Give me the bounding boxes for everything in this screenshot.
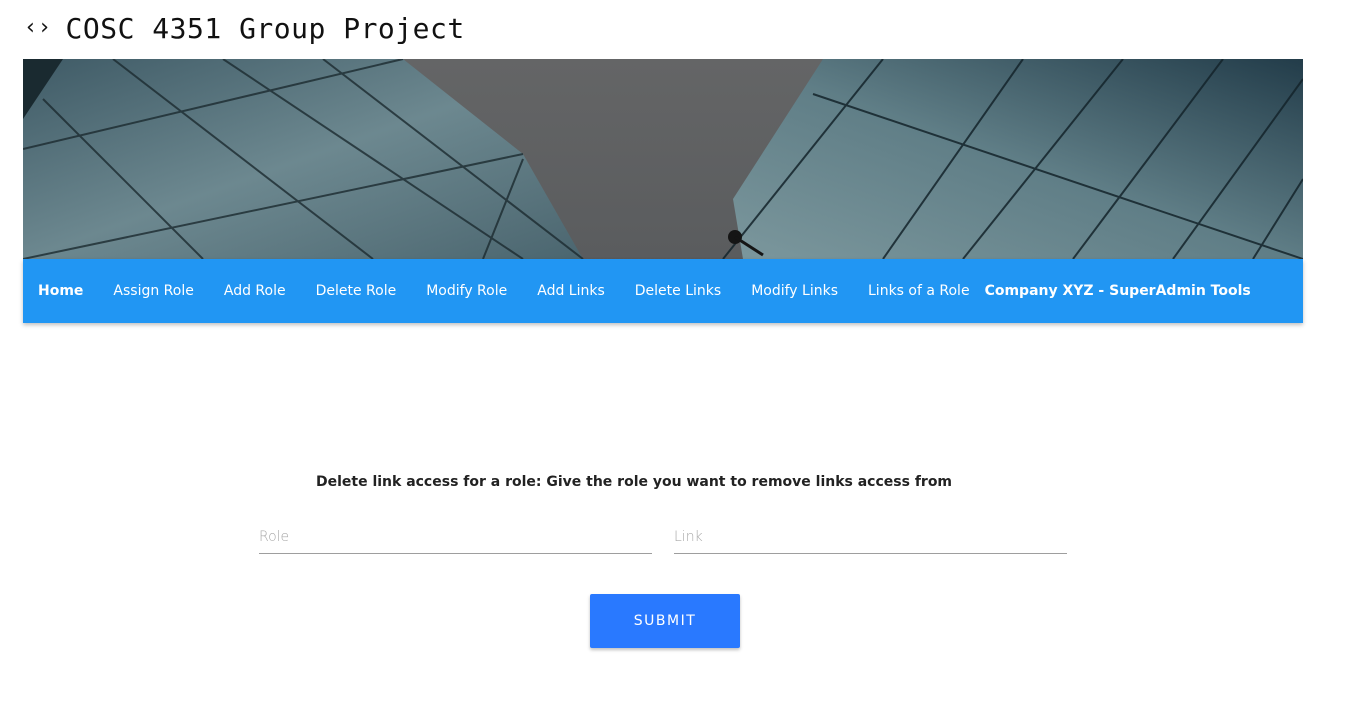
code-brackets-icon: ‹›	[24, 14, 52, 40]
page-title: ‹› COSC 4351 Group Project	[24, 8, 465, 48]
role-field	[259, 520, 652, 556]
submit-button[interactable]: SUBMIT	[590, 594, 740, 648]
nav-home[interactable]: Home	[23, 259, 98, 323]
role-input[interactable]	[259, 520, 652, 554]
banner-image	[23, 59, 1303, 259]
main-navbar: Home Assign Role Add Role Delete Role Mo…	[23, 259, 1303, 323]
nav-add-role[interactable]: Add Role	[209, 259, 301, 323]
nav-brand[interactable]: Company XYZ - SuperAdmin Tools	[985, 283, 1251, 299]
link-field	[674, 520, 1067, 556]
nav-modify-links[interactable]: Modify Links	[736, 259, 853, 323]
nav-delete-role[interactable]: Delete Role	[301, 259, 412, 323]
nav-add-links[interactable]: Add Links	[522, 259, 620, 323]
nav-links-of-a-role[interactable]: Links of a Role	[853, 259, 985, 323]
page-title-text: COSC 4351 Group Project	[65, 11, 465, 45]
nav-modify-role[interactable]: Modify Role	[411, 259, 522, 323]
nav-assign-role[interactable]: Assign Role	[98, 259, 208, 323]
glass-building-banner	[23, 59, 1303, 259]
nav-delete-links[interactable]: Delete Links	[620, 259, 736, 323]
link-input[interactable]	[674, 520, 1067, 554]
form-heading: Delete link access for a role: Give the …	[315, 474, 953, 490]
